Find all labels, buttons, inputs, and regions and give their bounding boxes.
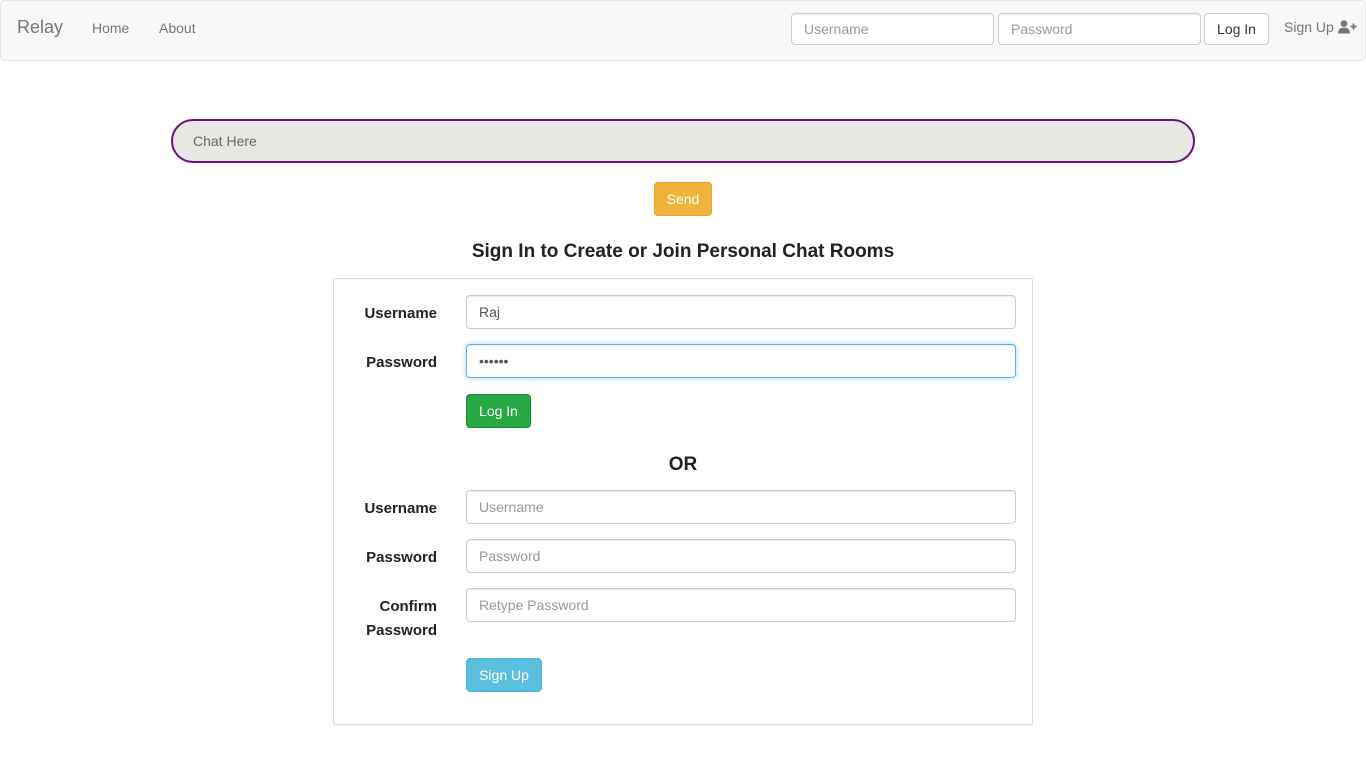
login-username-label: Username — [364, 305, 437, 322]
nav-signup-label: Sign Up — [1284, 19, 1334, 35]
signup-password-label: Password — [366, 549, 437, 566]
or-divider: OR — [668, 454, 698, 475]
nav-home-link[interactable]: Home — [92, 20, 129, 36]
navbar: Relay Home About Log In Sign Up — [0, 0, 1366, 61]
confirm-label-line1: Confirm — [379, 598, 438, 615]
login-button[interactable]: Log In — [466, 394, 531, 428]
auth-panel: Username Password Log In OR Username Pas… — [333, 278, 1033, 725]
nav-login-button[interactable]: Log In — [1204, 13, 1269, 45]
signup-username-label: Username — [364, 500, 437, 517]
confirm-password-label: Confirm Password — [334, 595, 437, 643]
login-password-label: Password — [366, 354, 437, 371]
nav-password-input[interactable] — [998, 13, 1201, 45]
nav-username-input[interactable] — [791, 13, 994, 45]
page-heading: Sign In to Create or Join Personal Chat … — [471, 241, 895, 262]
send-button[interactable]: Send — [654, 182, 712, 216]
brand-link[interactable]: Relay — [17, 17, 63, 37]
confirm-label-line2: Password — [366, 622, 437, 639]
confirm-password-field[interactable] — [466, 588, 1016, 622]
signup-password-field[interactable] — [466, 539, 1016, 573]
login-password-field[interactable] — [466, 344, 1016, 378]
login-username-field[interactable] — [466, 295, 1016, 329]
user-plus-icon — [1337, 20, 1357, 34]
signup-button[interactable]: Sign Up — [466, 658, 542, 692]
signup-username-field[interactable] — [466, 490, 1016, 524]
nav-signup-link[interactable]: Sign Up — [1284, 19, 1357, 35]
chat-input[interactable] — [171, 119, 1195, 163]
nav-about-link[interactable]: About — [159, 20, 196, 36]
